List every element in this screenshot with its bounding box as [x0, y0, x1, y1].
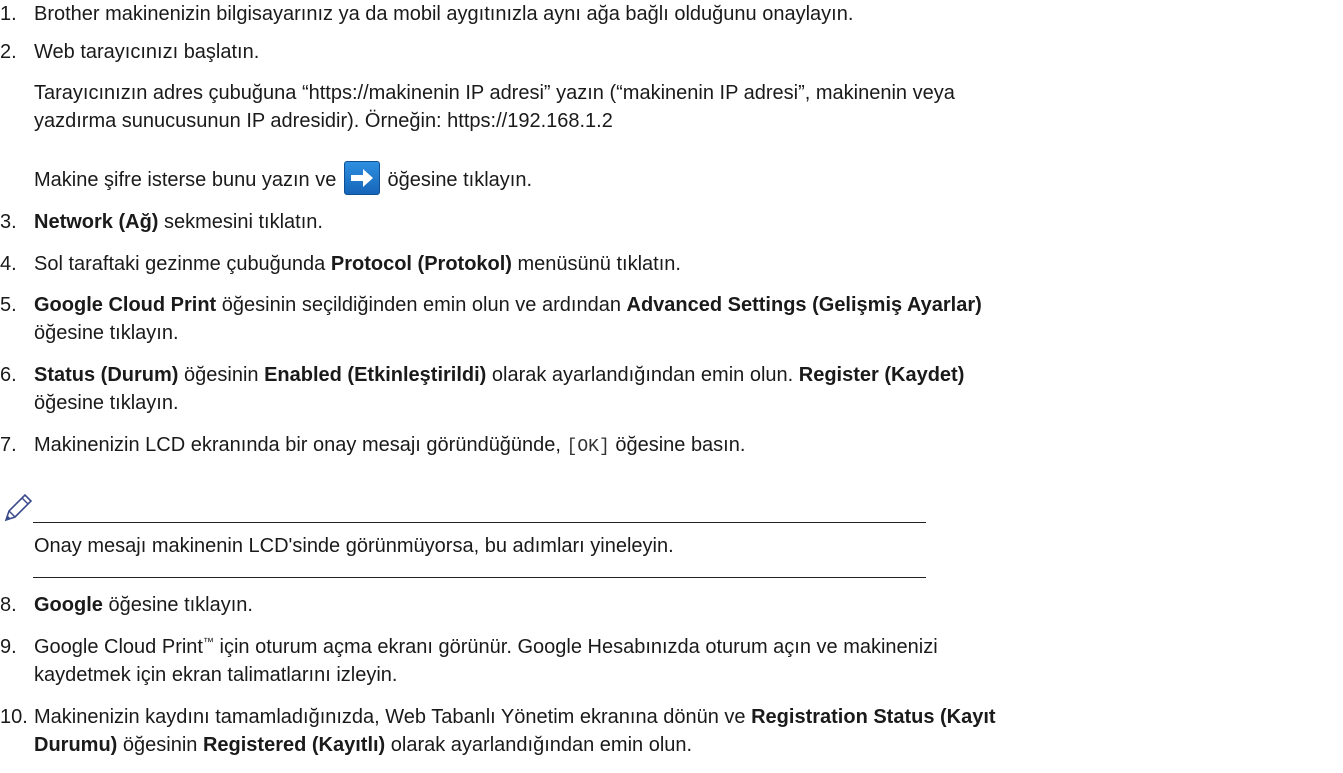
step-text: Makinenizin kaydını tamamladığınızda, We…: [34, 706, 996, 756]
step-number: 9.: [0, 636, 17, 658]
step-text: Makinenizin LCD ekranında bir onay mesaj…: [34, 434, 746, 457]
status-label: Status (Durum): [34, 364, 179, 386]
registration-status-label: Registration Status (Kayıt: [751, 706, 996, 728]
network-tab-label: Network (Ağ): [34, 211, 159, 233]
note-box: Onay mesajı makinenin LCD'sinde görünmüy…: [0, 492, 930, 582]
enabled-label: Enabled (Etkinleştirildi): [264, 364, 487, 386]
step-text: Sol taraftaki gezinme çubuğunda Protocol…: [34, 253, 681, 275]
right-arrow-icon: [343, 160, 380, 195]
note-text: Onay mesajı makinenin LCD'sinde görünmüy…: [34, 535, 674, 557]
register-label: Register (Kaydet): [798, 364, 965, 386]
address-line-1: Tarayıcınızın adres çubuğuna “https://ma…: [34, 82, 955, 104]
registered-label: Registered (Kayıtlı): [202, 734, 386, 756]
step-text: Google öğesine tıklayın.: [34, 594, 253, 616]
step-text: Brother makinenizin bilgisayarınız ya da…: [34, 3, 854, 25]
step-text: Web tarayıcınızı başlatın.: [34, 41, 260, 63]
password-text-post: öğesine tıklayın.: [387, 169, 533, 191]
advanced-settings-label: Advanced Settings (Gelişmiş Ayarlar): [626, 294, 982, 316]
step-text: Google Cloud Print™ için oturum açma ekr…: [34, 636, 938, 686]
trademark-symbol: ™: [202, 636, 214, 649]
google-label: Google: [34, 594, 103, 616]
google-cloud-print-label: Google Cloud Print: [34, 294, 217, 316]
step-number: 4.: [0, 253, 17, 275]
step-2-address-instruction: Tarayıcınızın adres çubuğuna “https://ma…: [34, 79, 1340, 135]
step-number: 6.: [0, 364, 17, 386]
instruction-document: 1. Brother makinenizin bilgisayarınız ya…: [0, 0, 1343, 773]
step-number: 7.: [0, 434, 17, 456]
step-number: 2.: [0, 41, 17, 63]
step-number: 8.: [0, 594, 17, 616]
ok-key-label: [OK]: [566, 437, 610, 457]
step-number: 3.: [0, 211, 17, 233]
step-number: 1.: [0, 3, 17, 25]
step-text: Network (Ağ) sekmesini tıklatın.: [34, 211, 323, 233]
pencil-note-icon: [0, 492, 34, 534]
note-divider-top: [33, 522, 926, 523]
step-text: Google Cloud Print öğesinin seçildiğinde…: [34, 294, 982, 344]
step-2-password-instruction: Makine şifre isterse bunu yazın ve öğesi…: [34, 160, 1340, 195]
address-line-2: yazdırma sunucusunun IP adresidir). Örne…: [34, 110, 613, 132]
step-text: Status (Durum) öğesinin Enabled (Etkinle…: [34, 364, 965, 414]
registration-status-label-cont: Durumu): [34, 734, 118, 756]
step-number: 5.: [0, 294, 17, 316]
step-number: 10.: [0, 706, 28, 728]
note-divider-bottom: [33, 577, 926, 578]
password-text-pre: Makine şifre isterse bunu yazın ve: [34, 169, 337, 191]
protocol-menu-label: Protocol (Protokol): [330, 253, 512, 275]
